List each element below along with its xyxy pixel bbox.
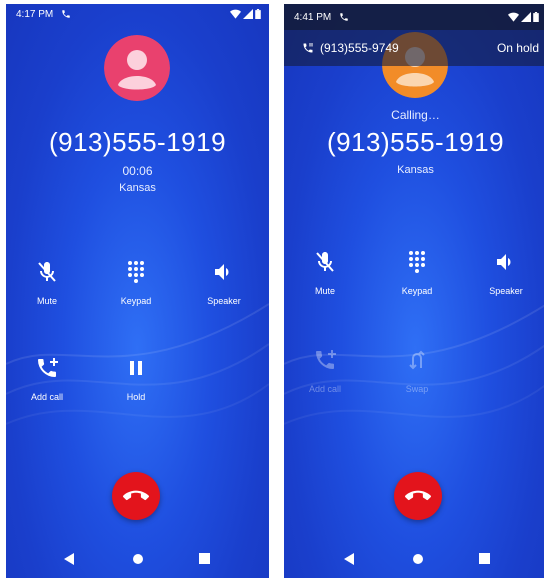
swap-label: Swap (405, 384, 429, 394)
swap-calls-icon (409, 350, 425, 370)
outgoing-call-screen: 4:41 PM (913)555-9749 On hold Calling… (… (284, 4, 544, 578)
add-call-button[interactable]: Add call (12, 356, 82, 402)
status-time: 4:17 PM (16, 8, 54, 20)
back-icon[interactable] (64, 553, 76, 565)
mute-label: Mute (36, 296, 57, 306)
speaker-button[interactable]: Speaker (471, 250, 541, 296)
call-end-icon (405, 490, 431, 501)
add-call-icon (38, 358, 58, 377)
battery-icon (255, 9, 261, 19)
keypad-button[interactable]: Keypad (382, 250, 452, 296)
mute-button[interactable]: Mute (290, 250, 360, 296)
phone-number: (913)555-1919 (326, 127, 505, 157)
end-call-button[interactable] (112, 472, 160, 520)
dialpad-icon (409, 251, 425, 273)
held-call-number: (913)555-9749 (320, 41, 399, 55)
phone-call-status-icon (62, 10, 70, 18)
held-call-state: On hold (496, 41, 539, 55)
mute-button[interactable]: Mute (12, 260, 82, 306)
signal-icon (243, 9, 253, 19)
keypad-button[interactable]: Keypad (101, 260, 171, 306)
phone-call-status-icon (340, 13, 348, 21)
add-call-button[interactable]: Add call (290, 348, 360, 394)
status-bar: 4:17 PM (16, 7, 261, 21)
navigation-bar (284, 550, 544, 570)
swap-button[interactable]: Swap (382, 348, 452, 394)
phone-number: (913)555-1919 (48, 127, 227, 157)
caller-avatar (104, 35, 170, 101)
add-call-icon (316, 350, 336, 369)
call-location: Kansas (119, 182, 156, 194)
end-call-button[interactable] (394, 472, 442, 520)
call-state: Calling… (391, 108, 440, 122)
hold-button[interactable]: Hold (101, 356, 171, 402)
hold-label: Hold (126, 392, 146, 402)
speaker-label: Speaker (489, 286, 523, 296)
active-call-screen: 4:17 PM (913)555-1919 00:06 Kansas Mute … (6, 4, 269, 578)
wifi-icon (230, 9, 241, 19)
battery-icon (533, 12, 539, 22)
call-paused-icon (303, 43, 313, 53)
mute-label: Mute (314, 286, 335, 296)
call-end-icon (123, 490, 149, 501)
pause-icon (130, 361, 142, 375)
dialpad-icon (128, 261, 144, 283)
mic-off-icon (38, 262, 56, 282)
add-call-label: Add call (30, 392, 64, 402)
back-icon[interactable] (344, 553, 356, 565)
volume-icon (215, 264, 229, 280)
home-icon[interactable] (132, 553, 144, 565)
navigation-bar (6, 550, 269, 570)
speaker-button[interactable]: Speaker (189, 260, 259, 306)
recents-icon[interactable] (479, 553, 490, 564)
volume-icon (497, 254, 511, 270)
keypad-label: Keypad (120, 296, 152, 306)
call-duration: 00:06 (122, 164, 153, 178)
add-call-label: Add call (308, 384, 342, 394)
mic-off-icon (316, 252, 334, 272)
home-icon[interactable] (412, 553, 424, 565)
person-icon (104, 35, 170, 101)
keypad-label: Keypad (401, 286, 433, 296)
speaker-label: Speaker (207, 296, 241, 306)
recents-icon[interactable] (199, 553, 210, 564)
signal-icon (521, 12, 531, 22)
wifi-icon (508, 12, 519, 22)
call-location: Kansas (397, 164, 434, 176)
on-hold-call-banner[interactable]: (913)555-9749 On hold (284, 30, 544, 66)
status-time: 4:41 PM (294, 11, 332, 23)
status-bar: 4:41 PM (284, 4, 544, 30)
